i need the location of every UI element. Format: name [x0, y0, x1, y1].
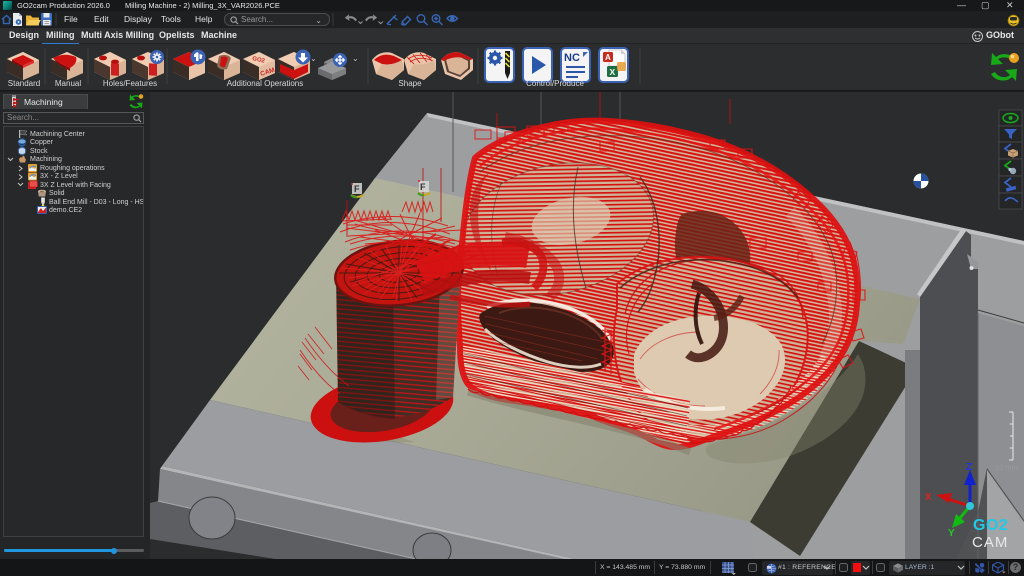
svg-text:NC: NC — [564, 52, 580, 64]
svg-text:⌄: ⌄ — [352, 54, 359, 63]
svg-text:X: X — [610, 67, 616, 77]
svg-text:Y: Y — [948, 528, 955, 539]
svg-text:CAM: CAM — [972, 534, 1008, 551]
svg-text:X: X — [925, 492, 932, 503]
svg-text:Z: Z — [966, 462, 972, 473]
svg-text:GO2: GO2 — [973, 517, 1008, 534]
svg-text:F: F — [420, 182, 426, 192]
svg-text:A: A — [605, 53, 611, 62]
svg-text:F: F — [354, 184, 360, 194]
svg-text:⌄: ⌄ — [310, 54, 317, 63]
svg-text:10 mm: 10 mm — [995, 463, 1018, 472]
